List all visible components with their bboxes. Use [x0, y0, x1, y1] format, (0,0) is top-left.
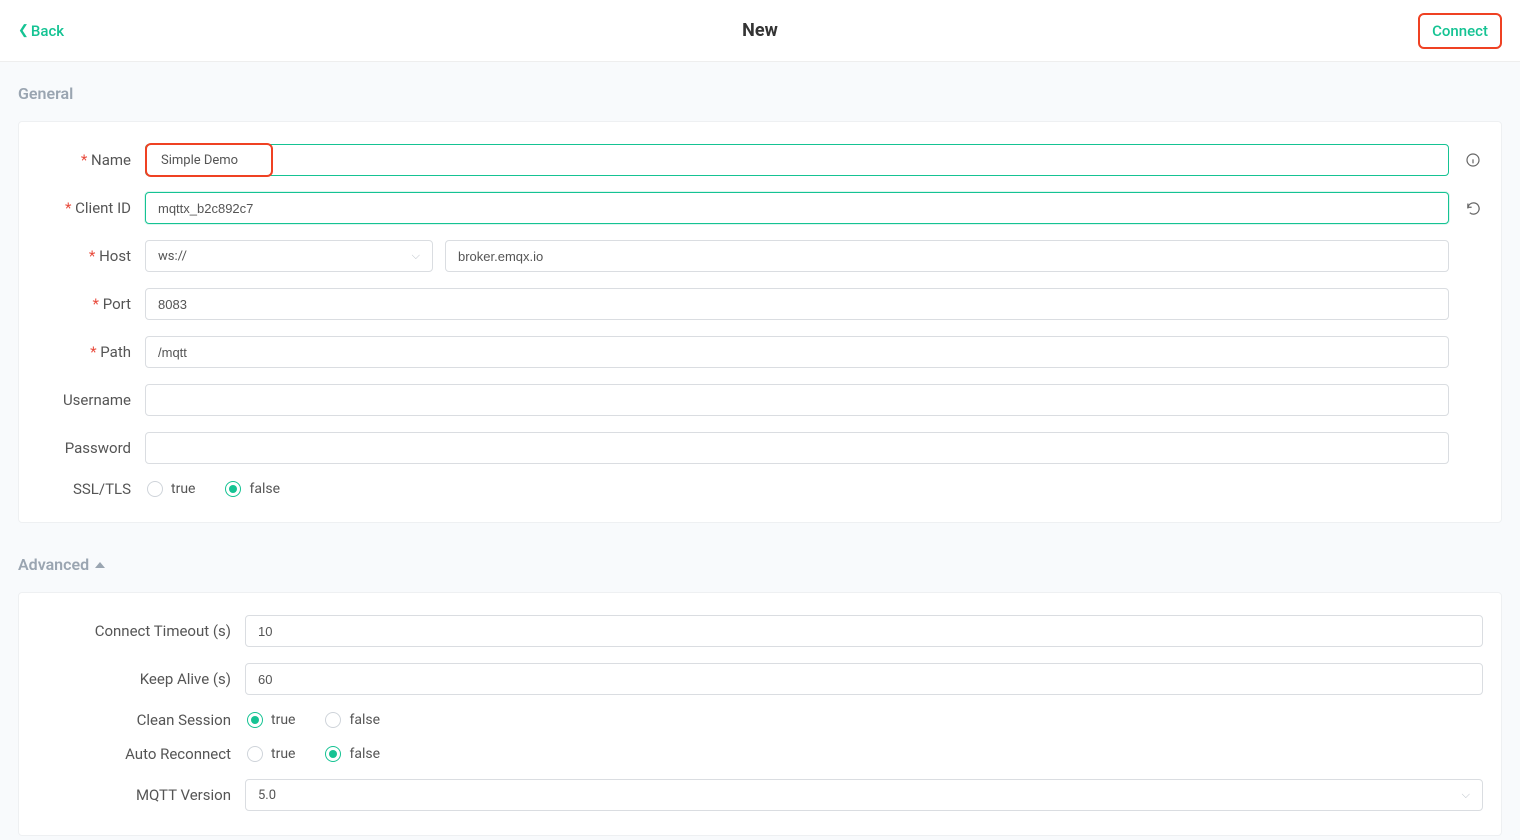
- label-password: Password: [37, 439, 131, 457]
- port-input[interactable]: [145, 288, 1449, 320]
- radio-label: true: [171, 481, 195, 497]
- label-name: Name: [37, 151, 131, 169]
- clean-session-true-radio[interactable]: true: [247, 712, 295, 728]
- label-clean-session: Clean Session: [37, 711, 231, 729]
- back-label: Back: [31, 22, 64, 40]
- ssl-tls-radio-group: true false: [145, 481, 280, 497]
- label-mqtt-version: MQTT Version: [37, 786, 231, 804]
- row-username: Username: [37, 384, 1483, 416]
- row-name: Name Simple Demo: [37, 144, 1483, 176]
- label-keep-alive: Keep Alive (s): [37, 670, 231, 688]
- row-ssl-tls: SSL/TLS true false: [37, 480, 1483, 498]
- chevron-down-icon: ⌵: [412, 249, 420, 263]
- label-path: Path: [37, 343, 131, 361]
- protocol-value: ws://: [158, 249, 187, 264]
- radio-label: false: [249, 481, 280, 497]
- connect-button[interactable]: Connect: [1418, 13, 1502, 49]
- section-general-card: Name Simple Demo Client ID Host: [18, 121, 1502, 523]
- section-advanced-toggle[interactable]: Advanced: [18, 555, 105, 574]
- label-client-id: Client ID: [37, 199, 131, 217]
- name-input-value: Simple Demo: [145, 143, 273, 177]
- connect-timeout-input[interactable]: [245, 615, 1483, 647]
- row-mqtt-version: MQTT Version 5.0 ⌵: [37, 779, 1483, 811]
- row-port: Port: [37, 288, 1483, 320]
- info-icon[interactable]: [1463, 150, 1483, 170]
- refresh-icon[interactable]: [1463, 198, 1483, 218]
- ssl-tls-false-radio[interactable]: false: [225, 481, 280, 497]
- section-advanced-card: Connect Timeout (s) Keep Alive (s) Clean…: [18, 592, 1502, 836]
- radio-icon: [325, 746, 341, 762]
- password-input[interactable]: [145, 432, 1449, 464]
- name-input[interactable]: Simple Demo: [145, 144, 1449, 176]
- clean-session-radio-group: true false: [245, 712, 380, 728]
- row-keep-alive: Keep Alive (s): [37, 663, 1483, 695]
- path-input[interactable]: [145, 336, 1449, 368]
- radio-icon: [325, 712, 341, 728]
- radio-icon: [147, 481, 163, 497]
- chevron-down-icon: ⌵: [1462, 788, 1470, 802]
- caret-up-icon: [95, 562, 105, 568]
- page-title: New: [742, 20, 778, 41]
- keep-alive-input[interactable]: [245, 663, 1483, 695]
- label-connect-timeout: Connect Timeout (s): [37, 622, 231, 640]
- label-port: Port: [37, 295, 131, 313]
- row-path: Path: [37, 336, 1483, 368]
- radio-label: true: [271, 746, 295, 762]
- protocol-select[interactable]: ws:// ⌵: [145, 240, 433, 272]
- row-connect-timeout: Connect Timeout (s): [37, 615, 1483, 647]
- radio-icon: [247, 712, 263, 728]
- auto-reconnect-radio-group: true false: [245, 746, 380, 762]
- radio-label: false: [349, 746, 380, 762]
- section-general-label: General: [18, 84, 1502, 103]
- back-button[interactable]: ❮ Back: [18, 22, 64, 40]
- mqtt-version-value: 5.0: [258, 788, 276, 803]
- username-input[interactable]: [145, 384, 1449, 416]
- host-address-input[interactable]: [445, 240, 1449, 272]
- row-clean-session: Clean Session true false: [37, 711, 1483, 729]
- radio-label: true: [271, 712, 295, 728]
- label-host: Host: [37, 247, 131, 265]
- label-auto-reconnect: Auto Reconnect: [37, 745, 231, 763]
- radio-icon: [247, 746, 263, 762]
- row-host: Host ws:// ⌵: [37, 240, 1483, 272]
- label-ssl-tls: SSL/TLS: [37, 480, 131, 498]
- section-advanced-label: Advanced: [18, 555, 89, 574]
- row-client-id: Client ID: [37, 192, 1483, 224]
- clean-session-false-radio[interactable]: false: [325, 712, 380, 728]
- radio-icon: [225, 481, 241, 497]
- ssl-tls-true-radio[interactable]: true: [147, 481, 195, 497]
- client-id-input[interactable]: [145, 192, 1449, 224]
- auto-reconnect-false-radio[interactable]: false: [325, 746, 380, 762]
- row-auto-reconnect: Auto Reconnect true false: [37, 745, 1483, 763]
- radio-label: false: [349, 712, 380, 728]
- page-body: General Name Simple Demo Client ID: [0, 62, 1520, 840]
- mqtt-version-select[interactable]: 5.0 ⌵: [245, 779, 1483, 811]
- header-bar: ❮ Back New Connect: [0, 0, 1520, 62]
- chevron-left-icon: ❮: [18, 23, 29, 38]
- label-username: Username: [37, 391, 131, 409]
- auto-reconnect-true-radio[interactable]: true: [247, 746, 295, 762]
- row-password: Password: [37, 432, 1483, 464]
